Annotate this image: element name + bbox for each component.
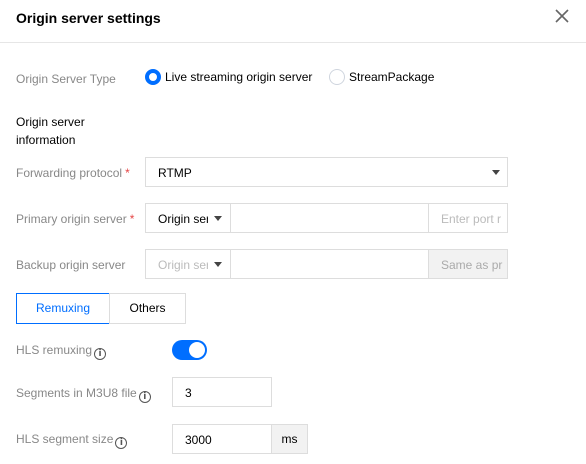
segments-input[interactable]: 3 — [172, 377, 272, 407]
dialog-title: Origin server settings — [16, 10, 161, 26]
chevron-down-icon — [214, 262, 222, 267]
radio-unselected-icon — [329, 69, 345, 85]
toggle-knob — [189, 342, 205, 358]
required-mark: * — [129, 212, 135, 226]
settings-tabs: Remuxing Others — [16, 293, 186, 324]
segment-size-unit: ms — [271, 424, 308, 454]
origin-type-label: Origin Server Type — [16, 72, 116, 86]
hls-remuxing-label: HLS remuxing i — [16, 342, 107, 360]
radio-streampackage[interactable]: StreamPackage — [329, 69, 434, 85]
backup-origin-type-select[interactable]: Origin ser — [145, 249, 231, 279]
radio-label: StreamPackage — [349, 70, 435, 84]
radio-label: Live streaming origin server — [165, 70, 313, 84]
tab-others[interactable]: Others — [109, 293, 186, 324]
forwarding-protocol-select[interactable]: RTMP — [145, 157, 508, 187]
primary-origin-address-input[interactable] — [230, 203, 429, 233]
primary-origin-port-input[interactable]: Enter port r — [428, 203, 508, 233]
tab-remuxing[interactable]: Remuxing — [16, 293, 110, 324]
backup-port-placeholder: Same as pr — [441, 258, 503, 272]
section-label-origin-info: Origin server information — [16, 115, 85, 147]
segments-label: Segments in M3U8 file i — [16, 385, 151, 403]
primary-origin-type-select[interactable]: Origin ser — [145, 203, 231, 233]
segments-value: 3 — [185, 386, 192, 400]
radio-selected-icon — [145, 69, 161, 85]
radio-live-streaming-origin[interactable]: Live streaming origin server — [145, 69, 312, 85]
forwarding-protocol-label: Forwarding protocol * — [16, 166, 130, 180]
segment-size-value: 3000 — [185, 433, 212, 447]
dialog-header: Origin server settings — [0, 0, 586, 43]
backup-origin-label: Backup origin server — [16, 258, 126, 272]
primary-port-placeholder: Enter port r — [441, 212, 502, 226]
backup-origin-type-placeholder: Origin ser — [158, 258, 208, 272]
backup-origin-port-input: Same as pr — [428, 249, 508, 279]
info-icon[interactable]: i — [115, 437, 128, 449]
primary-origin-label: Primary origin server * — [16, 212, 135, 226]
chevron-down-icon — [214, 216, 222, 221]
segment-size-input[interactable]: 3000 — [172, 424, 272, 454]
required-mark: * — [125, 166, 130, 180]
info-icon[interactable]: i — [94, 348, 107, 360]
hls-remuxing-toggle[interactable] — [172, 340, 207, 360]
info-icon[interactable]: i — [138, 391, 151, 403]
close-icon[interactable] — [553, 7, 571, 25]
backup-origin-address-input[interactable] — [230, 249, 429, 279]
chevron-down-icon — [492, 170, 500, 175]
forwarding-protocol-value: RTMP — [158, 166, 192, 180]
segment-size-label: HLS segment size i — [16, 431, 128, 449]
primary-origin-type-value: Origin ser — [158, 212, 208, 226]
